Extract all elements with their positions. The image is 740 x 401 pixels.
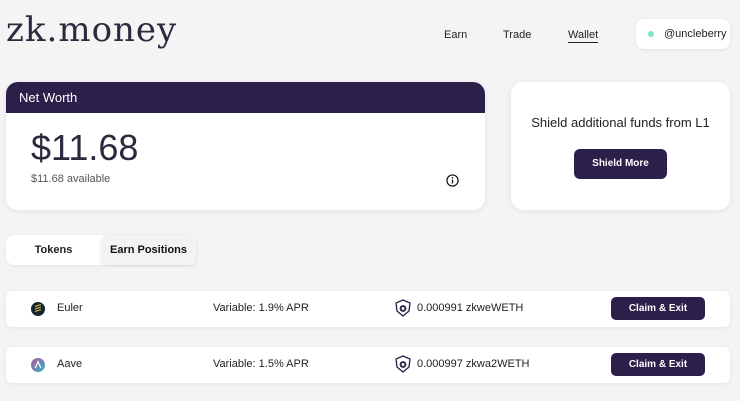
account-button[interactable]: @uncleberry	[636, 19, 730, 49]
nav-earn[interactable]: Earn	[444, 29, 467, 41]
net-worth-card: Net Worth $11.68 $11.68 available	[6, 82, 485, 210]
tab-earn-positions[interactable]: Earn Positions	[101, 235, 196, 265]
nav-trade[interactable]: Trade	[503, 29, 531, 41]
euler-icon	[31, 302, 45, 316]
shield-card: Shield additional funds from L1 Shield M…	[511, 82, 730, 210]
position-row-euler: Euler Variable: 1.9% APR 0.000991 zkweWE…	[6, 291, 730, 327]
nav-wallet[interactable]: Wallet	[568, 29, 599, 43]
claim-exit-button[interactable]: Claim & Exit	[611, 353, 705, 376]
shield-token-icon	[395, 299, 411, 317]
position-amount: 0.000991 zkweWETH	[417, 302, 524, 314]
app-logo[interactable]: zk.money	[6, 10, 177, 50]
aave-icon	[31, 358, 45, 372]
wallet-tabs: Tokens Earn Positions	[6, 235, 196, 265]
position-asset-name: Aave	[57, 358, 83, 370]
claim-exit-button[interactable]: Claim & Exit	[611, 297, 705, 320]
position-amount: 0.000997 zkwa2WETH	[417, 358, 530, 370]
tab-tokens[interactable]: Tokens	[6, 235, 101, 265]
info-icon[interactable]	[446, 174, 459, 187]
shield-description: Shield additional funds from L1	[531, 115, 710, 130]
position-asset-name: Euler	[57, 302, 83, 314]
status-dot-icon	[648, 31, 654, 37]
shield-more-button[interactable]: Shield More	[574, 149, 667, 179]
net-worth-title: Net Worth	[6, 82, 485, 113]
net-worth-amount: $11.68	[31, 127, 139, 168]
position-apr: Variable: 1.5% APR	[213, 358, 309, 370]
available-balance: $11.68 available	[31, 173, 111, 185]
position-row-aave: Aave Variable: 1.5% APR 0.000997 zkwa2WE…	[6, 347, 730, 383]
account-handle: @uncleberry	[664, 28, 727, 40]
shield-token-icon	[395, 355, 411, 373]
position-apr: Variable: 1.9% APR	[213, 302, 309, 314]
